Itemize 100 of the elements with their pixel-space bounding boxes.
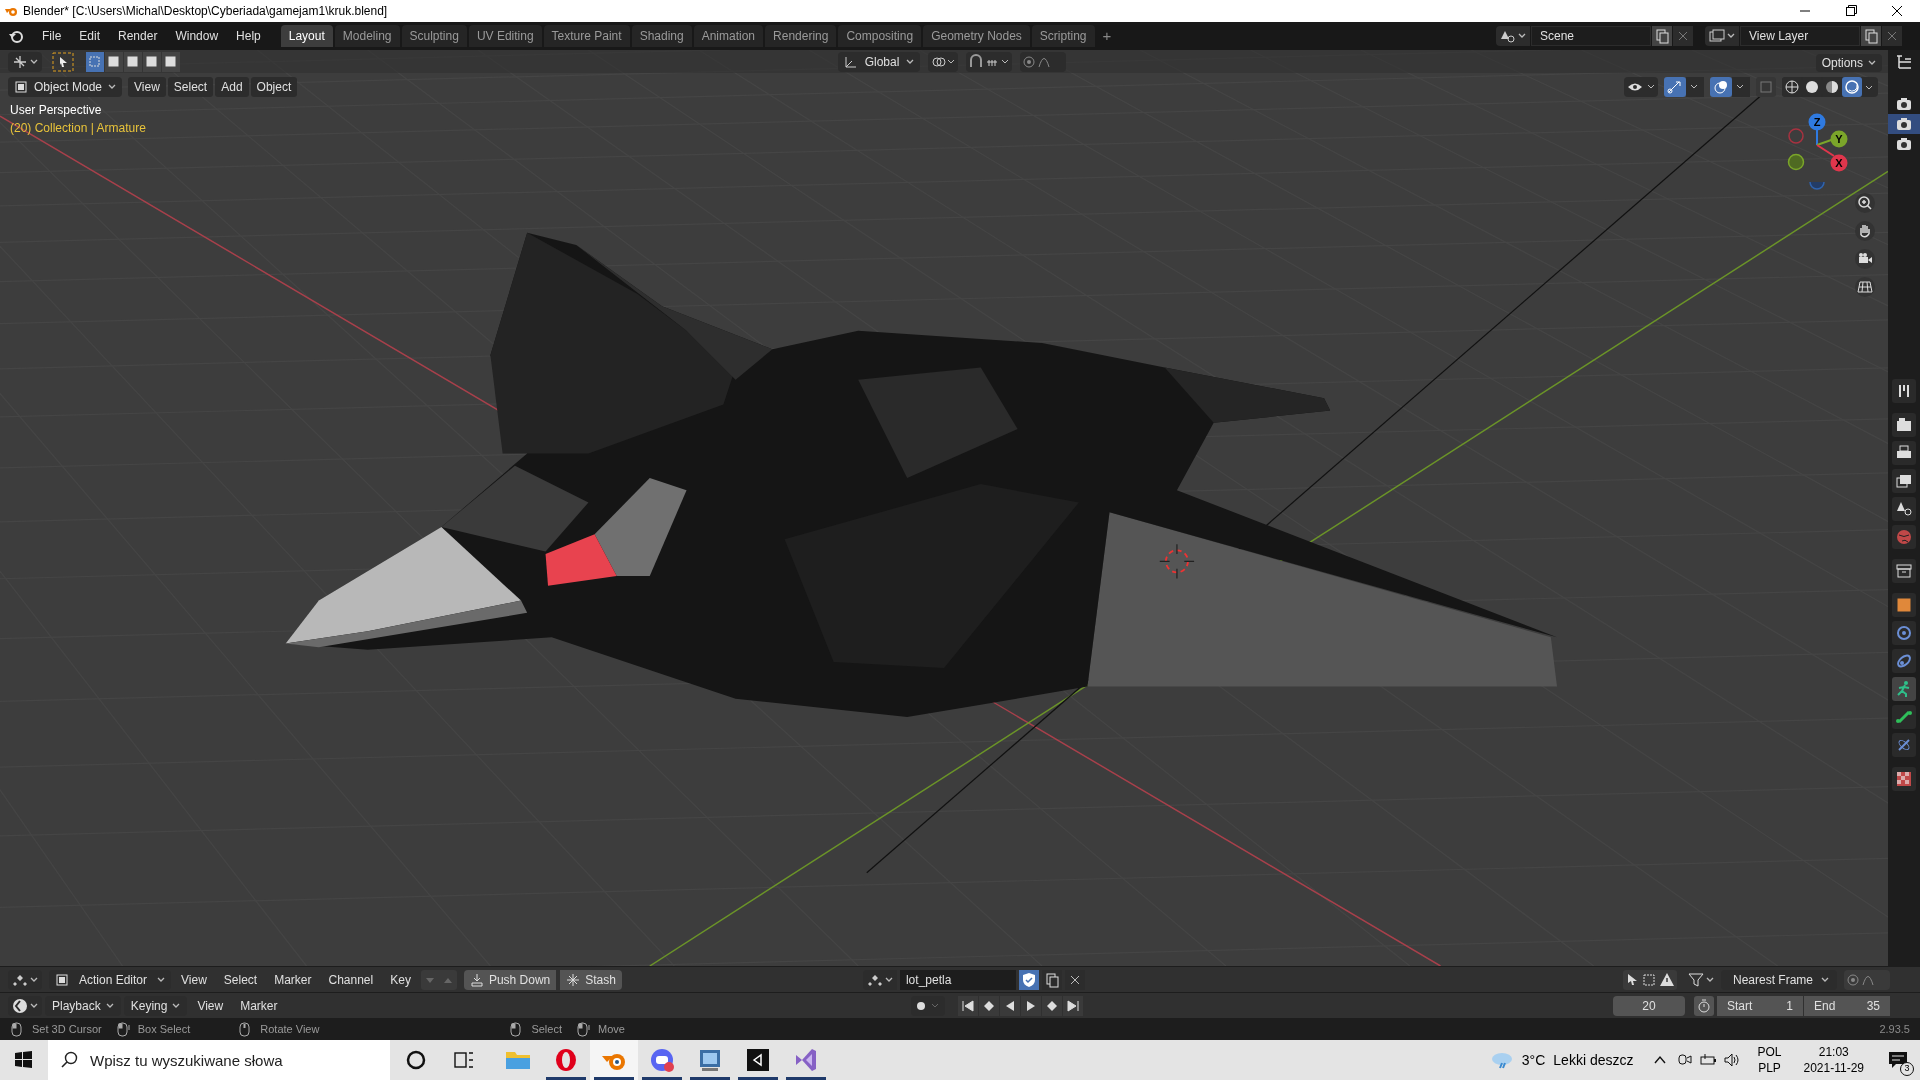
bone-properties-tab[interactable] <box>1892 705 1916 729</box>
editor-menu[interactable]: Key <box>383 969 418 990</box>
push-down-button[interactable]: Push Down <box>463 969 557 990</box>
timeline-menu[interactable]: Marker <box>233 995 285 1016</box>
search-field[interactable]: Wpisz tu wyszukiwane słowa <box>48 1040 390 1080</box>
next-keyframe-icon[interactable] <box>1041 995 1062 1016</box>
grid-icon[interactable] <box>1854 276 1876 298</box>
current-frame-field[interactable]: 20 <box>1613 995 1685 1016</box>
editor-type-button[interactable] <box>8 51 42 72</box>
workspace-tab[interactable]: Animation <box>693 25 764 47</box>
volume-icon[interactable] <box>1723 1051 1742 1069</box>
editor-menu[interactable]: Marker <box>267 969 319 990</box>
viewport-menu[interactable]: Object <box>250 76 298 97</box>
start-frame-field[interactable]: Start 1 <box>1717 995 1803 1016</box>
action-selector[interactable] <box>862 969 897 990</box>
remove-icon[interactable] <box>1882 26 1902 46</box>
weather-icon[interactable] <box>1489 1050 1514 1070</box>
select-tool-icon[interactable] <box>52 51 74 72</box>
action-name-field[interactable]: lot_petla <box>899 969 1016 990</box>
scene-field[interactable]: Scene <box>1531 26 1651 46</box>
timeline-menu[interactable]: Playback <box>45 995 121 1016</box>
editor-menu[interactable]: Channel <box>321 969 381 990</box>
workspace-tab[interactable]: Layout <box>280 25 333 47</box>
workspace-tab[interactable]: Compositing <box>838 25 922 47</box>
previous-keyframe-icon[interactable] <box>978 995 999 1016</box>
zoom-icon[interactable] <box>1854 192 1876 214</box>
blender-logo-icon[interactable] <box>8 28 24 44</box>
physics-properties-tab[interactable] <box>1892 621 1916 645</box>
camera-icon[interactable] <box>1854 248 1876 270</box>
jump-start-icon[interactable] <box>957 995 978 1016</box>
workspace-tab[interactable]: UV Editing <box>468 25 542 47</box>
transform-orientation-dropdown[interactable]: Global <box>838 51 920 72</box>
add-workspace-button[interactable]: + <box>1096 25 1118 47</box>
overlays-icon[interactable] <box>1710 76 1750 97</box>
editor-menu[interactable]: View <box>174 969 214 990</box>
stopwatch-icon[interactable] <box>1694 995 1714 1016</box>
clock-date[interactable]: 2021-11-29 <box>1803 1060 1864 1076</box>
jump-end-icon[interactable] <box>1062 995 1083 1016</box>
gizmo-toggle-icon[interactable] <box>1664 76 1704 97</box>
play-icon[interactable] <box>1020 995 1041 1016</box>
texture-properties-tab[interactable] <box>1892 767 1916 791</box>
menu-item[interactable]: Window <box>167 25 227 47</box>
scene-properties-tab[interactable] <box>1892 497 1916 521</box>
navigation-gizmo[interactable]: Z Y X <box>1784 112 1864 190</box>
editor-menu[interactable]: Select <box>216 969 265 990</box>
viewport-menu[interactable]: Select <box>167 76 214 97</box>
remove-icon[interactable] <box>1673 26 1693 46</box>
object-properties-tab[interactable] <box>1892 593 1916 617</box>
new-copy-icon[interactable] <box>1861 26 1881 46</box>
timeline-menu[interactable]: View <box>190 995 231 1016</box>
stash-button[interactable]: Stash <box>560 969 622 990</box>
hand-icon[interactable] <box>1854 220 1876 242</box>
select-invert-icon[interactable] <box>143 51 161 72</box>
tool-properties-tab[interactable] <box>1892 379 1916 403</box>
snap-mode-dropdown[interactable]: Nearest Frame <box>1721 969 1837 990</box>
timeline-menu[interactable]: Keying <box>123 995 188 1016</box>
render-camera-toggle[interactable] <box>1888 114 1920 134</box>
viewport-menu[interactable]: View <box>128 76 166 97</box>
workspace-tab[interactable]: Rendering <box>765 25 837 47</box>
notification-button[interactable]: 3 <box>1876 1040 1920 1080</box>
pivot-point-icon[interactable] <box>928 51 958 72</box>
collection-properties-tab[interactable] <box>1892 559 1916 583</box>
weather-label[interactable]: Lekki deszcz <box>1553 1049 1634 1071</box>
workspace-tab[interactable]: Shading <box>631 25 692 47</box>
mode-dropdown[interactable]: Action Editor <box>49 969 171 990</box>
constraint-properties-tab[interactable] <box>1892 649 1916 673</box>
visibility-icon[interactable] <box>1624 76 1658 97</box>
menu-item[interactable]: File <box>34 25 70 47</box>
end-frame-field[interactable]: End 35 <box>1804 995 1890 1016</box>
workspace-tab[interactable]: Texture Paint <box>543 25 630 47</box>
blender-taskbar-button[interactable] <box>590 1040 638 1080</box>
fake-user-icon[interactable] <box>1018 969 1039 990</box>
view-layer-field[interactable]: View Layer <box>1740 26 1860 46</box>
menu-item[interactable]: Help <box>228 25 269 47</box>
options-dropdown[interactable]: Options <box>1815 54 1882 72</box>
select-extend-icon[interactable] <box>105 51 123 72</box>
scene-selector[interactable] <box>1496 26 1530 46</box>
output-properties-tab[interactable] <box>1892 441 1916 465</box>
workspace-tab[interactable]: Scripting <box>1031 25 1095 47</box>
workspace-tab[interactable]: Geometry Nodes <box>923 25 1030 47</box>
workspace-tab[interactable]: Sculpting <box>401 25 467 47</box>
bone-constraint-properties-tab[interactable] <box>1892 733 1916 757</box>
language-label[interactable]: PLP <box>1758 1060 1781 1076</box>
menu-item[interactable]: Edit <box>71 25 109 47</box>
menu-item[interactable]: Render <box>110 25 166 47</box>
armature-properties-tab[interactable] <box>1892 677 1916 701</box>
language-label[interactable]: POL <box>1757 1044 1782 1060</box>
viewport-menu[interactable]: Add <box>215 76 249 97</box>
proportional-editing-icon[interactable] <box>1020 51 1066 72</box>
rendered-shading-icon[interactable] <box>1842 76 1862 97</box>
object-mode-dropdown[interactable]: Object Mode <box>8 76 123 97</box>
view-layer-properties-tab[interactable] <box>1892 469 1916 493</box>
select-new-icon[interactable] <box>86 51 104 72</box>
editor-type-button[interactable] <box>8 995 42 1016</box>
select-subtract-icon[interactable] <box>124 51 142 72</box>
new-copy-icon[interactable] <box>1652 26 1672 46</box>
wireframe-shading-icon[interactable] <box>1782 76 1802 97</box>
snap-icon[interactable] <box>966 51 1012 72</box>
select-intersect-icon[interactable] <box>162 51 180 72</box>
clock-time[interactable]: 21:03 <box>1818 1044 1849 1060</box>
